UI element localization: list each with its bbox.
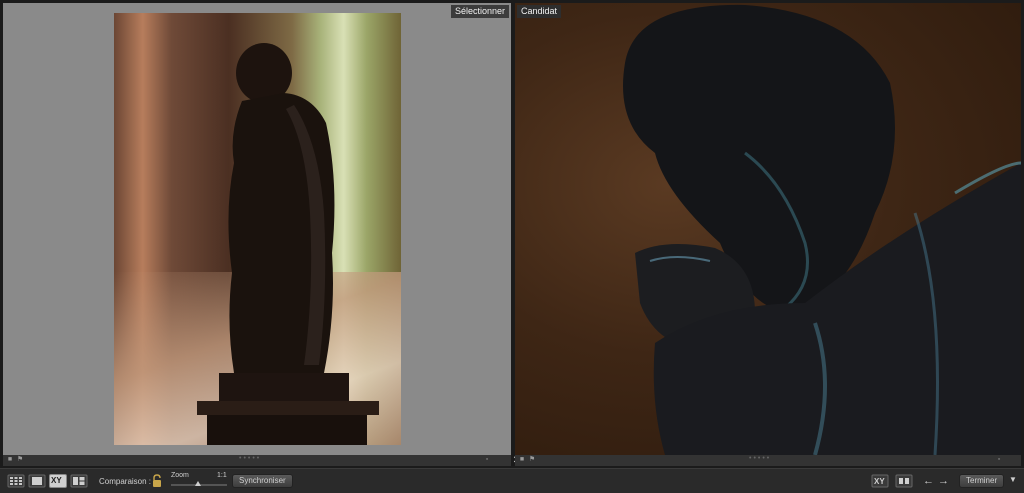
grid-view-icon[interactable] [7,474,25,488]
flag-icon[interactable]: ■ [6,456,14,464]
statue-silhouette [197,43,379,445]
rating-dots[interactable]: ••••• [749,455,771,462]
zoom-slider-thumb[interactable] [195,481,201,486]
candidate-panel[interactable]: Candidat [515,3,1021,455]
compare-view-icon[interactable]: XY [49,474,67,488]
flag-icon[interactable]: ⚑ [16,456,24,464]
compare-view: Sélectionner Candidat ■ ⚑ ••••• ▫ ■ ⚑ ••… [0,0,1024,493]
synchronize-button[interactable]: Synchroniser [232,474,293,488]
chevron-down-icon[interactable]: ▼ [1009,475,1017,484]
select-photo[interactable] [114,13,401,445]
select-label: Sélectionner [450,5,509,18]
select-footer: ■ ⚑ ••••• ▫ ✕ [3,455,521,466]
previous-arrow-icon[interactable]: ← [923,474,934,488]
compare-label: Comparaison : [99,477,152,486]
swap-icon[interactable]: XY [871,474,889,488]
flag-icon[interactable]: ■ [518,456,526,464]
next-arrow-icon[interactable]: → [938,474,949,488]
zoom-label: Zoom [171,472,189,479]
zoom-ratio: 1:1 [217,472,227,479]
toolbar: XY Comparaison : Zoom 1:1 Synchroniser X… [0,468,1024,493]
rating-dots[interactable]: ••••• [239,455,261,462]
candidate-photo[interactable] [515,3,1021,455]
candidate-label: Candidat [517,5,562,18]
candidate-footer: ■ ⚑ ••••• ▫ [515,455,1021,466]
survey-view-icon[interactable] [70,474,88,488]
lock-icon[interactable] [151,474,163,488]
statue-closeup [623,4,1021,455]
compare-view-label: XY [51,476,62,485]
flag-icon[interactable]: ⚑ [528,456,536,464]
color-label-icon[interactable]: ▫ [995,456,1003,464]
svg-text:XY: XY [874,477,885,486]
select-panel[interactable]: Sélectionner [3,3,511,455]
done-button[interactable]: Terminer [959,474,1005,488]
make-select-icon[interactable] [895,474,913,488]
color-label-icon[interactable]: ▫ [483,456,491,464]
loupe-view-icon[interactable] [28,474,46,488]
zoom-slider[interactable] [171,481,227,486]
